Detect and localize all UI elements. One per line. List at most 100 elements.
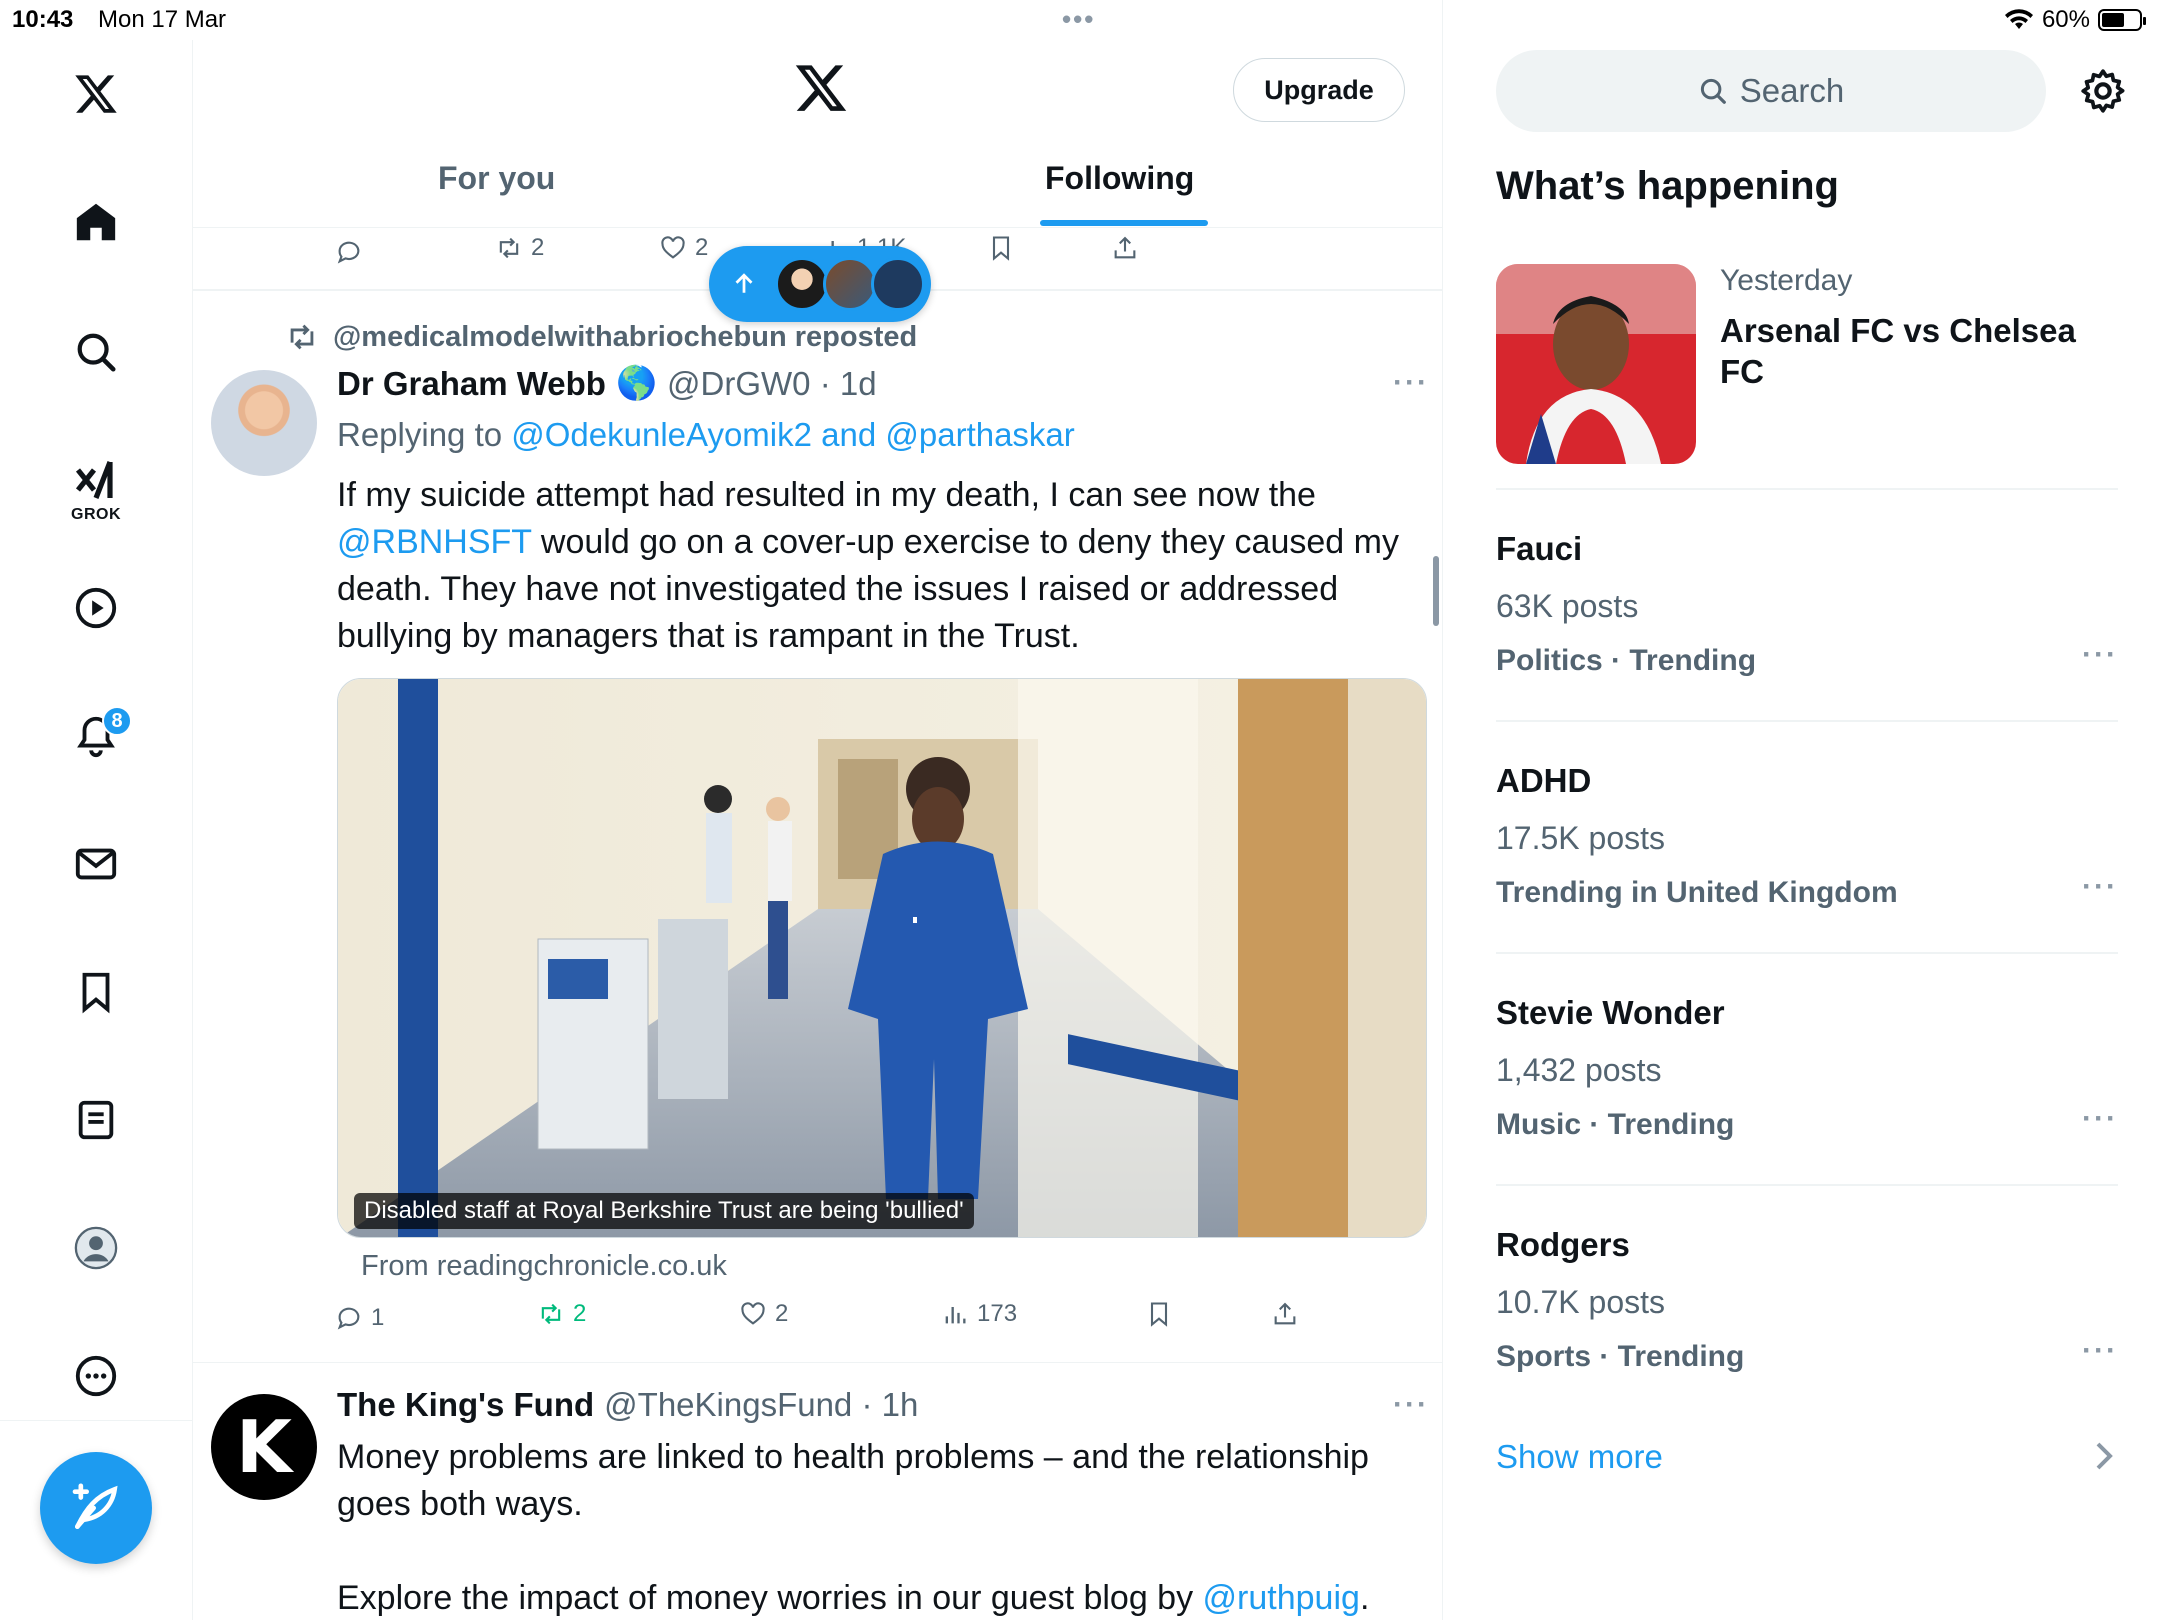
lists-icon[interactable] (56, 1080, 136, 1160)
notifications-badge: 8 (102, 706, 132, 736)
battery-percent: 60% (2041, 6, 2090, 33)
heart-icon (741, 1302, 765, 1325)
bookmark-icon (992, 236, 1010, 261)
compose-post-button[interactable] (40, 1452, 152, 1564)
author-avatar[interactable] (211, 370, 317, 476)
repost-button[interactable]: 2 (495, 234, 544, 262)
repost-button[interactable]: 2 (537, 1300, 586, 1328)
active-tab-indicator (1040, 220, 1208, 226)
replying-to: Replying to @OdekunleAyomik2 and @partha… (337, 416, 1075, 454)
trend-more-icon[interactable]: ··· (2082, 638, 2118, 672)
bookmark-button[interactable] (987, 234, 1015, 262)
video-play-icon[interactable] (56, 568, 136, 648)
share-icon (1114, 236, 1136, 259)
trend-more-icon[interactable]: ··· (2082, 1334, 2118, 1368)
notifications-bell-icon[interactable]: 8 (56, 696, 136, 776)
new-posts-pill[interactable] (709, 246, 931, 322)
grok-nav[interactable]: GROK (56, 436, 136, 546)
trend-item[interactable]: Stevie Wonder 1,432 posts Music · Trendi… (1496, 994, 2118, 1194)
profile-avatar-icon[interactable] (56, 1208, 136, 1288)
repost-icon (499, 237, 519, 259)
messages-envelope-icon[interactable] (56, 824, 136, 904)
like-button[interactable]: 2 (659, 234, 708, 262)
repost-icon (541, 1303, 561, 1325)
search-input[interactable]: Search (1496, 50, 2046, 132)
battery-icon (2098, 9, 2146, 31)
trend-post-count: 10.7K posts (1496, 1284, 1665, 1320)
upgrade-button[interactable]: Upgrade (1233, 58, 1405, 122)
repost-count: 2 (531, 234, 545, 261)
scrollbar[interactable] (1433, 556, 1439, 626)
link-card-image[interactable]: Disabled staff at Royal Berkshire Trust … (337, 678, 1427, 1238)
bookmark-button[interactable] (1145, 1300, 1173, 1328)
post-text-part: . (1359, 1579, 1370, 1617)
status-time: 10:43 (12, 6, 74, 33)
search-placeholder: Search (1739, 72, 1845, 109)
views-count: 173 (977, 1300, 1018, 1327)
share-button[interactable] (1111, 234, 1139, 262)
post-text-part: Money problems are linked to health prob… (337, 1438, 1369, 1523)
like-button[interactable]: 2 (739, 1300, 788, 1328)
replying-prefix: Replying to (337, 416, 512, 453)
author-name[interactable]: Dr Graham Webb (337, 365, 606, 403)
bookmarks-icon[interactable] (56, 952, 136, 1032)
trend-item[interactable]: Fauci 63K posts Politics · Trending ··· (1496, 530, 2118, 730)
x-logo-icon[interactable] (56, 54, 136, 134)
home-icon[interactable] (56, 182, 136, 262)
reply-icon (337, 1307, 360, 1330)
timeline-header: Upgrade For you Following (193, 40, 1442, 228)
more-options-icon[interactable] (56, 1336, 136, 1416)
trend-post-count: 1,432 posts (1496, 1052, 1662, 1088)
post-more-icon[interactable]: ··· (1393, 1388, 1429, 1422)
mention-link[interactable]: @RBNHSFT (337, 523, 531, 561)
post-text-part: If my suicide attempt had resulted in my… (337, 476, 1316, 514)
card-source[interactable]: From readingchronicle.co.uk (361, 1250, 727, 1283)
mention-link[interactable]: @ruthpuig (1203, 1579, 1360, 1617)
hospital-corridor-photo (338, 679, 1426, 1237)
explore-search-icon[interactable] (56, 312, 136, 392)
reply-button[interactable]: 1 (335, 1304, 384, 1332)
settings-gear-icon[interactable] (2078, 66, 2128, 116)
compose-feather-icon (72, 1483, 118, 1529)
trend-more-icon[interactable]: ··· (2082, 1102, 2118, 1136)
search-icon (1700, 78, 1726, 104)
post-actions: 1 2 2 173 (193, 1300, 1442, 1364)
trend-category: Politics · Trending (1496, 644, 1757, 677)
trend-category: Music · Trending (1496, 1108, 1735, 1141)
post-text-part: Explore the impact of money worries in o… (337, 1579, 1203, 1617)
author-handle-time[interactable]: @DrGW0 · 1d (667, 365, 877, 403)
trend-divider (1496, 488, 2118, 490)
x-logo-icon[interactable] (793, 60, 849, 116)
trend-post-count: 63K posts (1496, 588, 1639, 624)
new-post-avatar (871, 257, 925, 311)
author-handle-time[interactable]: @TheKingsFund · 1h (604, 1386, 918, 1424)
trend-item[interactable]: ADHD 17.5K posts Trending in United King… (1496, 762, 2118, 962)
post-divider (193, 1362, 1442, 1363)
repost-context[interactable]: @medicalmodelwithabriochebun reposted (285, 320, 917, 354)
heart-icon (661, 236, 685, 259)
globe-emoji: 🌎 (615, 364, 658, 401)
trend-name: Stevie Wonder (1496, 994, 1725, 1031)
tab-for-you[interactable]: For you (438, 160, 555, 197)
left-navigation: GROK 8 (0, 40, 193, 1620)
card-caption: Disabled staff at Royal Berkshire Trust … (354, 1193, 974, 1229)
author-avatar[interactable]: K (211, 1394, 317, 1500)
repost-icon (290, 324, 314, 350)
author-name[interactable]: The King's Fund (337, 1386, 594, 1424)
arrow-up-icon (735, 273, 753, 293)
trend-item[interactable]: Rodgers 10.7K posts Sports · Trending ··… (1496, 1226, 2118, 1426)
post-more-icon[interactable]: ··· (1393, 366, 1429, 400)
views-button[interactable]: 173 (941, 1300, 1017, 1328)
trend-more-icon[interactable]: ··· (2082, 870, 2118, 904)
share-button[interactable] (1271, 1300, 1299, 1328)
reply-icon (337, 241, 360, 264)
like-count: 2 (695, 234, 709, 261)
show-more-link[interactable]: Show more (1496, 1438, 1663, 1476)
reply-button[interactable] (335, 238, 363, 266)
tab-following[interactable]: Following (1045, 160, 1194, 197)
featured-trend[interactable]: Yesterday Arsenal FC vs Chelsea FC (1496, 264, 2118, 464)
new-post-avatar (775, 257, 829, 311)
trend-name: Fauci (1496, 530, 1583, 567)
featured-trend-title: Arsenal FC vs Chelsea FC (1720, 312, 2076, 390)
reply-handles-link[interactable]: @OdekunleAyomik2 and @parthaskar (511, 416, 1075, 453)
